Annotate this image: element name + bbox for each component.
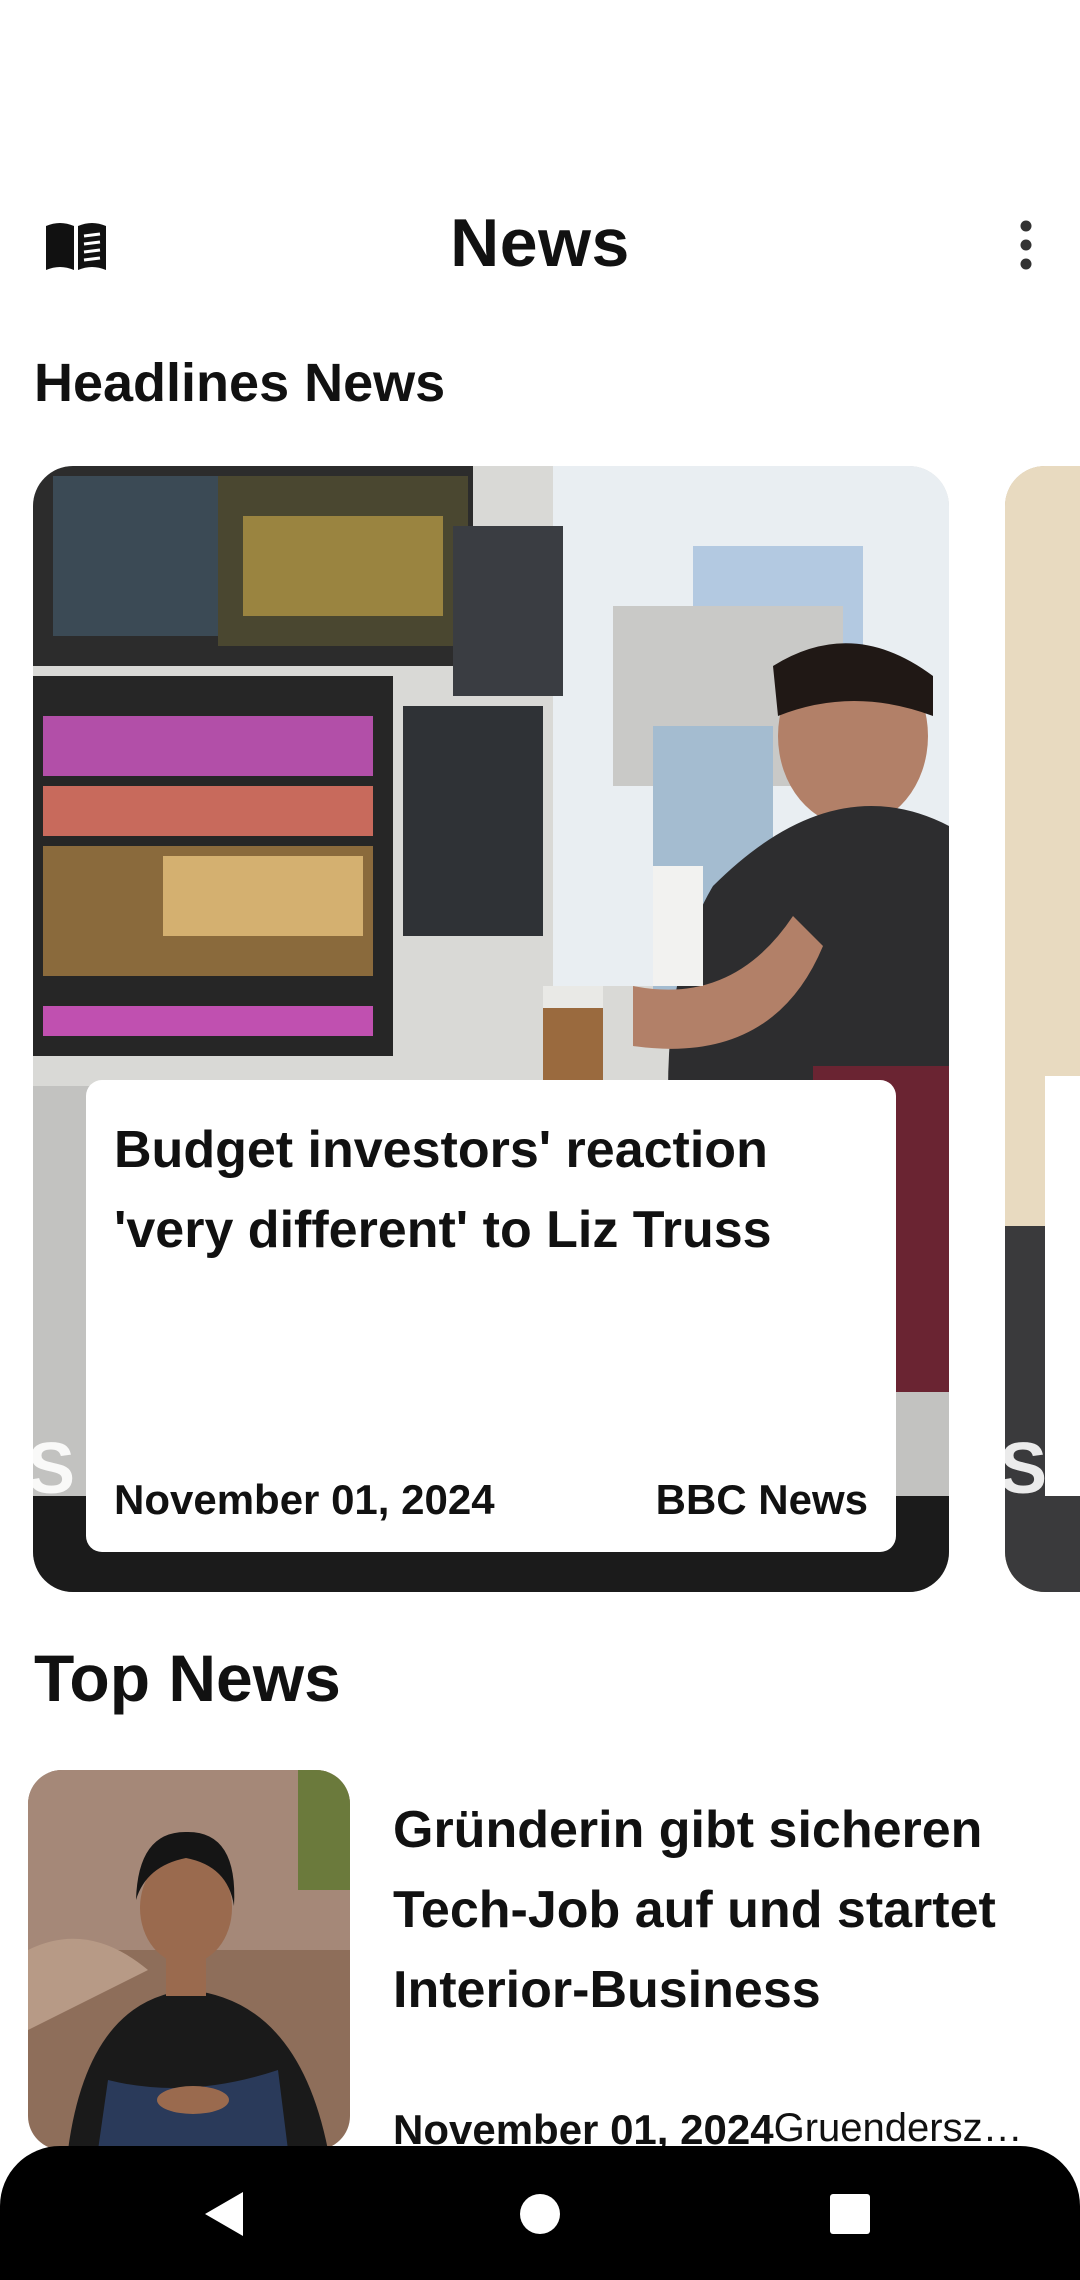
top-news-title: Gründerin gibt sicheren Tech-Job auf und… bbox=[393, 1801, 996, 2019]
photo-letter-right: S bbox=[1005, 1429, 1048, 1509]
headline-meta: November 01, 2024 BBC News bbox=[114, 1476, 868, 1524]
back-triangle-icon[interactable] bbox=[185, 2174, 265, 2254]
headline-photo-next bbox=[1005, 466, 1080, 1592]
top-news-thumbnail bbox=[28, 1770, 350, 2150]
headline-info-box: Budget investors' reaction 'very differe… bbox=[86, 1080, 896, 1552]
app-bar: News bbox=[0, 200, 1080, 290]
headline-card[interactable]: S Budget investors' reaction 'very diffe… bbox=[33, 466, 949, 1592]
headline-card-next[interactable]: S bbox=[1005, 466, 1080, 1592]
portrait-photo bbox=[28, 1770, 350, 2150]
headline-title: Budget investors' reaction 'very differe… bbox=[114, 1121, 772, 1259]
top-news-item[interactable]: Gründerin gibt sicheren Tech-Job auf und… bbox=[28, 1770, 1058, 2153]
system-nav-bar bbox=[0, 2146, 1080, 2280]
top-news-section-title: Top News bbox=[34, 1641, 341, 1715]
more-vertical-icon[interactable] bbox=[1016, 220, 1036, 270]
headline-source: BBC News bbox=[655, 1476, 868, 1523]
headlines-section-title: Headlines News bbox=[34, 353, 446, 413]
page-title: News bbox=[450, 205, 630, 281]
photo-letter-left: S bbox=[33, 1429, 76, 1509]
headline-date: November 01, 2024 bbox=[114, 1476, 495, 1523]
recents-square-icon[interactable] bbox=[810, 2174, 890, 2254]
home-circle-icon[interactable] bbox=[500, 2174, 580, 2254]
headlines-carousel[interactable]: S Budget investors' reaction 'very diffe… bbox=[0, 466, 1080, 1592]
